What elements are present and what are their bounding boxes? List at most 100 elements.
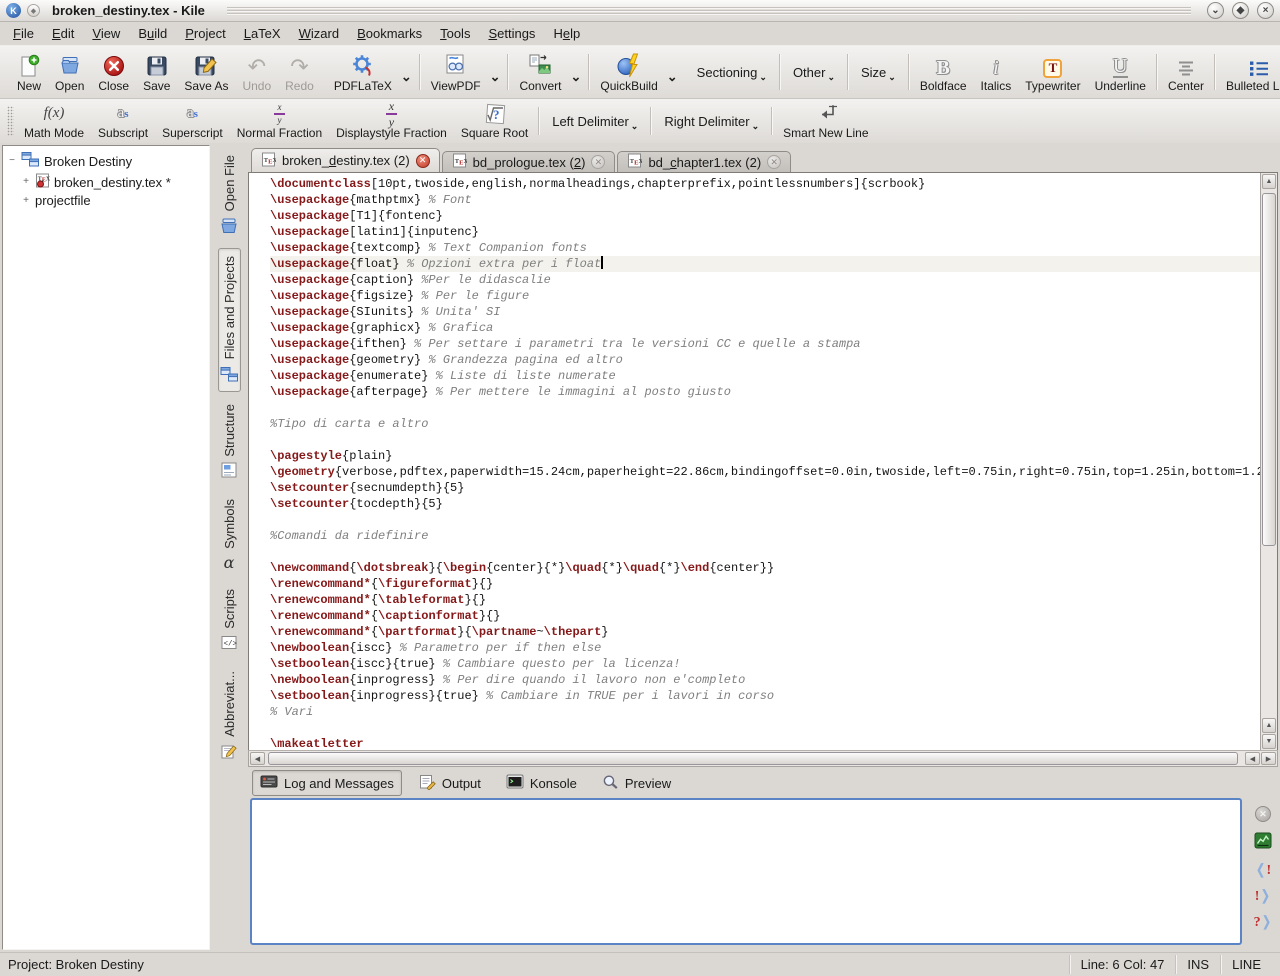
sidebar-tab-files-and-projects[interactable]: Files and Projects <box>218 248 241 391</box>
toolbar-button-save-as[interactable]: Save As <box>178 50 234 95</box>
chevron-down-icon[interactable]: ⌄ <box>490 69 501 85</box>
toolbar-button-viewpdf[interactable]: ViewPDF <box>425 50 487 95</box>
toolbar-separator <box>908 54 910 90</box>
vertical-scroll-thumb[interactable] <box>1262 193 1276 546</box>
chevron-down-icon[interactable]: ⌄ <box>667 69 678 85</box>
toolbar-button-square-root[interactable]: ?Square Root <box>455 101 534 142</box>
scroll-right-button[interactable]: ▶ <box>1261 752 1276 765</box>
window-shade-button[interactable]: ⌄ <box>1207 2 1224 19</box>
toolbar-button-superscript[interactable]: asSuperscript <box>156 101 229 142</box>
code-line: \usepackage{float} % Opzioni extra per i… <box>270 256 1260 272</box>
window-maximize-button[interactable]: ◆ <box>1232 2 1249 19</box>
menu-item-latex[interactable]: LaTeX <box>235 23 290 44</box>
bottom-tab-konsole[interactable]: Konsole <box>498 770 585 796</box>
editor-tab-bd-chapter1-tex-2[interactable]: TEXbd_chapter1.tex (2)✕ <box>617 151 791 172</box>
toolbar-button-size[interactable]: Size⌄ <box>853 61 904 84</box>
abbrev-icon <box>221 743 237 762</box>
horizontal-scroll-thumb[interactable] <box>268 752 1238 765</box>
tree-item-broken-destiny-tex[interactable]: +TEXbroken_destiny.tex * <box>5 172 207 192</box>
toolbar-button-quickbuild[interactable]: QuickBuild <box>594 50 663 95</box>
tree-expander[interactable]: + <box>21 177 31 187</box>
chevron-down-icon[interactable]: ⌄ <box>401 69 412 85</box>
toolbar-button-sectioning[interactable]: Sectioning⌄ <box>689 61 775 84</box>
next-error-button[interactable]: !❭ <box>1255 888 1271 904</box>
toolbar-button-typewriter[interactable]: TTypewriter <box>1019 50 1086 95</box>
toolbar-button-right-delimiter[interactable]: Right Delimiter⌄ <box>656 110 767 133</box>
tree-item-projectfile[interactable]: + projectfile <box>5 192 207 209</box>
toolbar-button-redo[interactable]: ↷Redo <box>279 50 320 95</box>
toolbar-button-normal-fraction[interactable]: xyNormal Fraction <box>231 101 328 142</box>
scroll-left-button[interactable]: ◀ <box>250 752 265 765</box>
tab-close-icon[interactable]: ✕ <box>591 155 605 169</box>
toolbar-button-smart-new-line[interactable]: Smart New Line <box>777 101 874 142</box>
toolbar-button-open[interactable]: Open <box>49 50 90 95</box>
menu-item-bookmarks[interactable]: Bookmarks <box>348 23 431 44</box>
bottom-tab-output[interactable]: Output <box>411 770 489 797</box>
menu-item-file[interactable]: File <box>4 23 43 44</box>
tab-close-icon[interactable]: ✕ <box>416 154 430 168</box>
menu-item-tools[interactable]: Tools <box>431 23 479 44</box>
window-title: broken_destiny.tex - Kile <box>46 3 211 18</box>
panel-close-button[interactable]: ✕ <box>1255 806 1271 822</box>
menu-item-build[interactable]: Build <box>129 23 176 44</box>
tree-item-label: projectfile <box>35 193 91 208</box>
sidebar-tab-open-file[interactable]: Open File <box>217 147 241 244</box>
toolbar-button-label: Right Delimiter <box>664 114 749 129</box>
scroll-down-button[interactable]: ▼ <box>1262 734 1276 749</box>
tab-close-icon[interactable]: ✕ <box>767 155 781 169</box>
toolbar-button-convert[interactable]: Convert <box>513 50 567 95</box>
scroll-left-button-2[interactable]: ◀ <box>1245 752 1260 765</box>
toolbar-button-italics[interactable]: iItalics <box>975 50 1018 95</box>
editor-tab-broken-destiny-tex-2[interactable]: TEXbroken_destiny.tex (2)✕ <box>251 148 440 172</box>
toolbar-button-close[interactable]: Close <box>92 50 135 95</box>
horizontal-scrollbar[interactable]: ◀ ◀ ▶ <box>248 750 1278 767</box>
vertical-scrollbar[interactable]: ▲ ▲ ▼ <box>1260 173 1277 750</box>
menu-item-view[interactable]: View <box>83 23 129 44</box>
menu-item-help[interactable]: Help <box>544 23 589 44</box>
toolbar-drag-handle[interactable] <box>7 106 14 136</box>
toolbar-button-left-delimiter[interactable]: Left Delimiter⌄ <box>544 110 646 133</box>
menu-item-wizard[interactable]: Wizard <box>290 23 348 44</box>
toolbar-button-label: Smart New Line <box>783 126 868 140</box>
toolbar-button-underline[interactable]: UUnderline <box>1089 50 1152 95</box>
toolbar-button-center[interactable]: Center <box>1162 50 1210 95</box>
tree-item-broken-destiny[interactable]: −Broken Destiny <box>5 150 207 172</box>
sidebar-tab-abbreviat[interactable]: Abbreviat... <box>219 663 239 768</box>
menu-item-edit[interactable]: Edit <box>43 23 83 44</box>
menu-item-settings[interactable]: Settings <box>479 23 544 44</box>
sidebar-tab-scripts[interactable]: Scripts</> <box>219 581 239 659</box>
menu-item-project[interactable]: Project <box>176 23 234 44</box>
horizontal-scroll-track[interactable] <box>266 752 1244 765</box>
stats-button[interactable] <box>1254 832 1272 852</box>
toolbar-button-other[interactable]: Other⌄ <box>785 61 843 84</box>
toolbar-button-save[interactable]: Save <box>137 50 176 95</box>
sidebar-tab-symbols[interactable]: Symbolsα <box>220 491 239 577</box>
code-line: \usepackage{mathptmx} % Font <box>270 192 1260 208</box>
chevron-down-icon[interactable]: ⌄ <box>571 69 582 85</box>
log-messages-view[interactable] <box>250 798 1242 945</box>
scroll-up-button[interactable]: ▲ <box>1262 174 1276 189</box>
editor-text-area[interactable]: \documentclass[10pt,twoside,english,norm… <box>249 173 1260 750</box>
menu-item-label: Edit <box>52 26 74 41</box>
tree-expander[interactable]: − <box>7 156 17 166</box>
scroll-up-button-2[interactable]: ▲ <box>1262 718 1276 733</box>
window-close-button[interactable]: × <box>1257 2 1274 19</box>
toolbar-button-new[interactable]: New <box>11 50 47 95</box>
editor-tab-bd-prologue-tex-2[interactable]: TEXbd_prologue.tex (2)✕ <box>442 151 616 172</box>
vertical-scroll-track[interactable] <box>1262 190 1276 717</box>
next-warning-button[interactable]: ?❭ <box>1254 914 1273 930</box>
toolbar-button-undo[interactable]: ↶Undo <box>236 50 277 95</box>
sidebar-tab-structure[interactable]: Structure <box>219 396 239 488</box>
window-menu-button[interactable]: ◆ <box>27 4 40 17</box>
toolbar-button-math-mode[interactable]: f(x)Math Mode <box>18 101 90 142</box>
tree-expander[interactable]: + <box>21 196 31 206</box>
toolbar-button-pdflatex[interactable]: PDFLaTeX <box>328 50 398 95</box>
openfile-icon <box>219 217 239 238</box>
previous-error-button[interactable]: ❬! <box>1255 862 1271 878</box>
toolbar-button-subscript[interactable]: asSubscript <box>92 101 154 142</box>
bottom-tab-log-and-messages[interactable]: Log and Messages <box>252 770 402 796</box>
toolbar-button-displaystyle-fraction[interactable]: xyDisplaystyle Fraction <box>330 101 453 142</box>
bottom-tab-preview[interactable]: Preview <box>594 770 679 797</box>
toolbar-button-boldface[interactable]: BBoldface <box>914 50 973 95</box>
toolbar-button-bulleted-list[interactable]: Bulleted List <box>1220 50 1280 95</box>
